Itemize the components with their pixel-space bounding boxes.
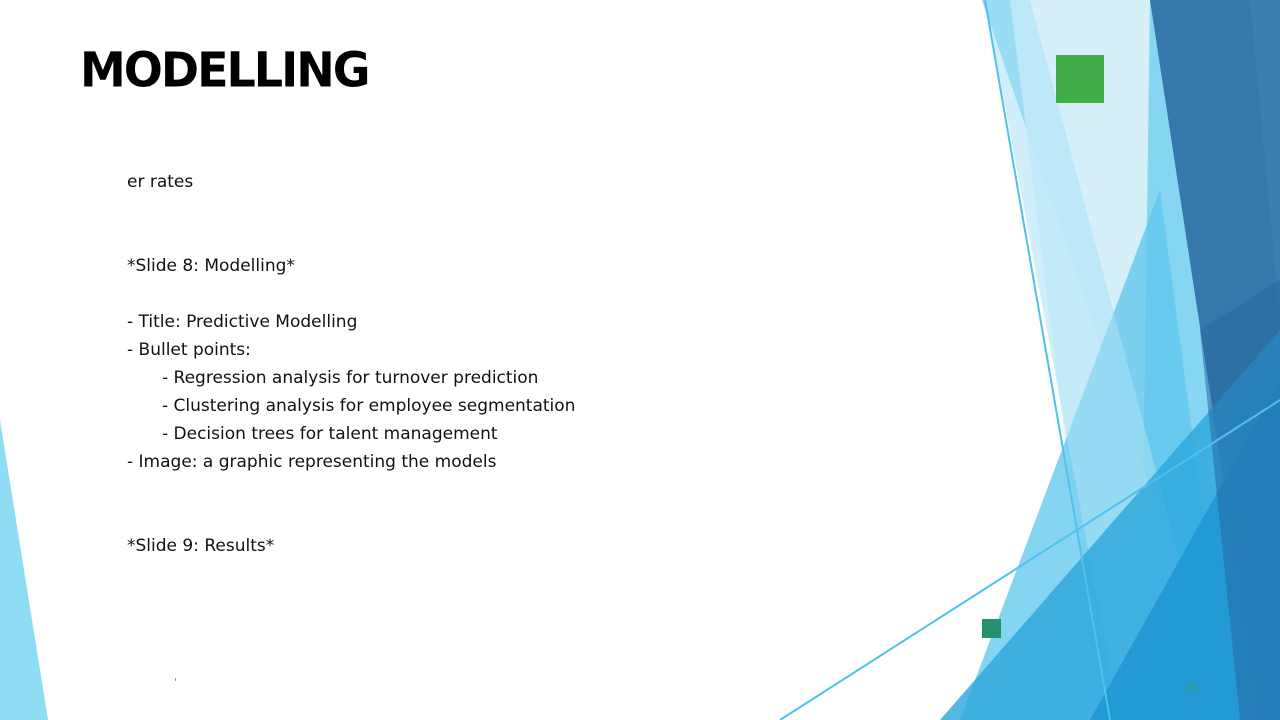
text-line-er-rates: er rates (127, 172, 194, 192)
slide-canvas: MODELLING er rates *Slide 8: Modelling* … (0, 0, 1280, 720)
slide-title: MODELLING (80, 41, 370, 98)
text-line-image: - Image: a graphic representing the mode… (127, 452, 497, 472)
text-line-slide9-heading: *Slide 9: Results* (127, 536, 275, 556)
text-line-decision-trees: - Decision trees for talent management (162, 424, 498, 444)
text-line-clustering: - Clustering analysis for employee segme… (162, 396, 576, 416)
text-line-slide8-heading: *Slide 8: Modelling* (127, 256, 295, 276)
text-line-title: - Title: Predictive Modelling (127, 312, 358, 332)
text-line-regression: - Regression analysis for turnover predi… (162, 368, 539, 388)
small-teal-square (982, 619, 1001, 638)
slide-number: 10 (1186, 682, 1199, 693)
tiny-mark: ' (174, 676, 178, 689)
left-edge-shape (0, 420, 48, 720)
accent-green-square (1056, 55, 1104, 103)
text-line-bullet-points: - Bullet points: (127, 340, 251, 360)
